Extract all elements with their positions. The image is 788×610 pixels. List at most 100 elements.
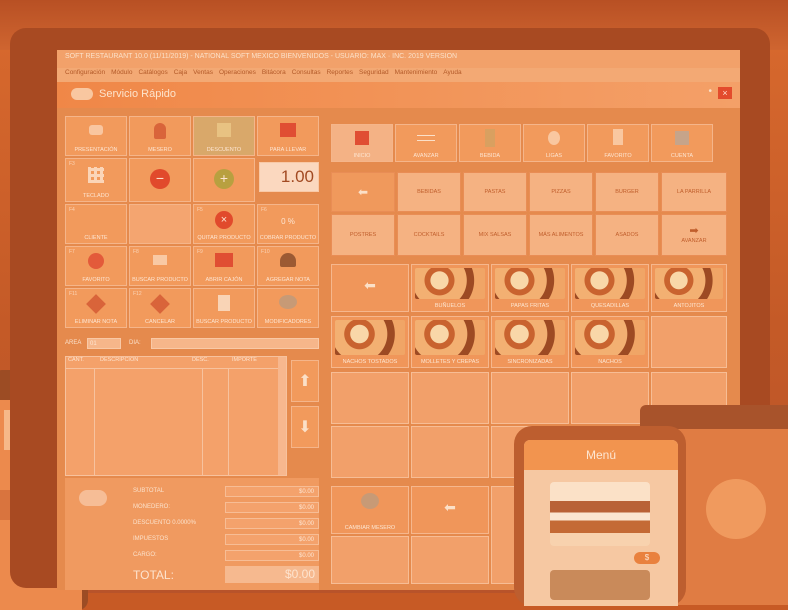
food-image	[655, 268, 723, 299]
product-papas-fritas[interactable]: Papas fritas	[491, 264, 569, 312]
price-badge[interactable]: $	[634, 552, 660, 564]
phone-screen: Menú $	[524, 440, 678, 606]
arrow-left-icon: ⬅	[444, 499, 456, 515]
minimize-icon[interactable]: •	[708, 86, 712, 97]
cargo-label: CARGO:	[133, 552, 157, 558]
scroll-down-button[interactable]: ⬇	[291, 406, 319, 448]
presentation-icon	[89, 125, 103, 135]
dia-field[interactable]	[151, 338, 319, 349]
blank-button[interactable]	[129, 204, 191, 244]
product-nachos[interactable]: Nachos	[571, 316, 649, 368]
minus-button[interactable]: −	[129, 158, 191, 202]
product-antojitos[interactable]: Antojitos	[651, 264, 727, 312]
bottom-empty-slot[interactable]	[411, 536, 489, 584]
product-sincronizadas[interactable]: Sincronizadas	[491, 316, 569, 368]
menu-ventas[interactable]: Ventas	[193, 69, 213, 81]
category-postres[interactable]: Postres	[331, 214, 395, 256]
food-image	[575, 320, 645, 355]
category-mix-salsas[interactable]: Mix Salsas	[463, 214, 527, 256]
menu-caja[interactable]: Caja	[174, 69, 187, 81]
favorito-top-button[interactable]: Favorito	[587, 124, 649, 162]
category-avanzar[interactable]: ➡ Avanzar	[661, 214, 727, 256]
ligas-button[interactable]: Ligas	[523, 124, 585, 162]
product-empty-slot[interactable]	[571, 372, 649, 424]
total-value: $0.00	[225, 566, 319, 583]
product-back-button[interactable]: ⬅	[331, 264, 409, 312]
sandwich-image	[550, 482, 650, 546]
avanzar-top-button[interactable]: Avanzar	[395, 124, 457, 162]
remove-icon: ×	[215, 211, 233, 229]
menu-consultas[interactable]: Consultas	[292, 69, 321, 81]
product-empty-slot[interactable]	[331, 372, 409, 424]
menu-configuracion[interactable]: Configuración	[65, 69, 105, 81]
menu-bitacora[interactable]: Bitácora	[262, 69, 286, 81]
minus-icon: −	[150, 169, 170, 189]
descuento-button[interactable]: Descuento	[193, 116, 255, 156]
menu-catalogos[interactable]: Catálogos	[138, 69, 167, 81]
home-icon	[355, 131, 369, 145]
close-button[interactable]: ×	[718, 87, 732, 99]
mesero-card-button[interactable]: Buscar producto	[193, 288, 255, 328]
product-empty-slot[interactable]	[411, 426, 489, 478]
mesero-button[interactable]: Mesero	[129, 116, 191, 156]
cliente-button[interactable]: F4 Cliente	[65, 204, 127, 244]
inicio-button[interactable]: Inicio	[331, 124, 393, 162]
takeout-icon	[280, 123, 296, 137]
bebida-button[interactable]: Bebida	[459, 124, 521, 162]
app-logo	[71, 88, 93, 100]
bottle-icon	[613, 129, 623, 145]
product-empty-slot[interactable]	[491, 372, 569, 424]
bottom-empty-slot[interactable]	[331, 536, 409, 584]
scroll-up-button[interactable]: ⬆	[291, 360, 319, 402]
link-icon	[548, 131, 560, 145]
product-bunuelos[interactable]: Buñuelos	[411, 264, 489, 312]
cancelar-button[interactable]: F12 Cancelar	[129, 288, 191, 328]
category-mas-alimentos[interactable]: Más alimentos	[529, 214, 593, 256]
food-image	[495, 320, 565, 355]
arrow-left-icon: ⬅	[364, 277, 376, 293]
menu-reportes[interactable]: Reportes	[327, 69, 353, 81]
cambiar-mesero-button[interactable]: Cambiar mesero	[331, 486, 409, 534]
monedero-value: $0.00	[225, 502, 319, 513]
tag-icon	[86, 294, 106, 314]
menu-ayuda[interactable]: Ayuda	[443, 69, 461, 81]
category-asados[interactable]: Asados	[595, 214, 659, 256]
bottom-arrow-button[interactable]: ⬅	[411, 486, 489, 534]
menu-modulo[interactable]: Módulo	[111, 69, 132, 81]
product-empty-slot[interactable]	[411, 372, 489, 424]
quitar-producto-button[interactable]: F5 × Quitar producto	[193, 204, 255, 244]
plus-button[interactable]: +	[193, 158, 255, 202]
abrir-cajon-button[interactable]: F9 Abrir cajón	[193, 246, 255, 286]
eliminar-nota-button[interactable]: F11 Eliminar nota	[65, 288, 127, 328]
product-empty-slot[interactable]	[651, 316, 727, 368]
teclado-button[interactable]: F3 Teclado	[65, 158, 127, 202]
impuestos-label: IMPUESTOS	[133, 536, 169, 542]
impuestos-value: $0.00	[225, 534, 319, 545]
favorito-left-button[interactable]: F7 Favorito	[65, 246, 127, 286]
menu-seguridad[interactable]: Seguridad	[359, 69, 389, 81]
presentacion-button[interactable]: Presentación	[65, 116, 127, 156]
product-quesadillas[interactable]: Quesadillas	[571, 264, 649, 312]
menu-operaciones[interactable]: Operaciones	[219, 69, 256, 81]
modificadores-button[interactable]: Modificadores	[257, 288, 319, 328]
category-cocktails[interactable]: Cocktails	[397, 214, 461, 256]
category-back-button[interactable]: ⬅	[331, 172, 395, 212]
category-burger[interactable]: Burger	[595, 172, 659, 212]
category-bebidas[interactable]: Bebidas	[397, 172, 461, 212]
window-title: Servicio Rápido	[99, 88, 177, 100]
col-cant: CANT.	[68, 357, 84, 363]
percent-button[interactable]: F6 0 % Cobrar producto	[257, 204, 319, 244]
product-empty-slot[interactable]	[331, 426, 409, 478]
para-llevar-button[interactable]: Para llevar	[257, 116, 319, 156]
product-molletes[interactable]: Molletes y crepas	[411, 316, 489, 368]
cuenta-button[interactable]: Cuenta	[651, 124, 713, 162]
category-pastas[interactable]: Pastas	[463, 172, 527, 212]
agregar-nota-button[interactable]: F10 Agregar nota	[257, 246, 319, 286]
table-scrollbar[interactable]	[278, 357, 286, 475]
category-la-parrilla[interactable]: La Parrilla	[661, 172, 727, 212]
buscar-producto-button[interactable]: F8 Buscar producto	[129, 246, 191, 286]
category-pizzas[interactable]: Pizzas	[529, 172, 593, 212]
menu-mantenimiento[interactable]: Mantenimiento	[395, 69, 438, 81]
area-select[interactable]: 01	[87, 338, 121, 349]
product-nachos-tostados[interactable]: Nachos tostados	[331, 316, 409, 368]
